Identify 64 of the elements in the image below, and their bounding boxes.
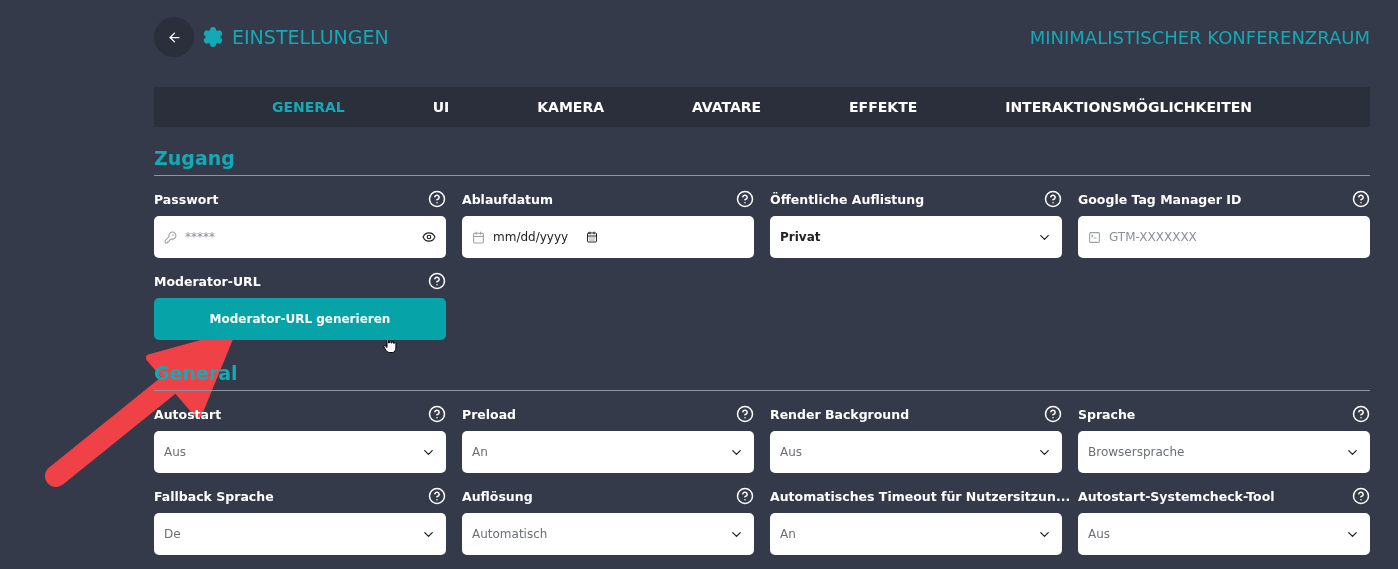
help-icon[interactable] <box>1352 405 1370 423</box>
field-label: Autostart-Systemcheck-Tool <box>1078 488 1275 504</box>
select-field[interactable]: An <box>462 431 754 473</box>
help-icon[interactable] <box>1352 190 1370 208</box>
select-value: Aus <box>780 445 804 459</box>
select-field[interactable]: Browsersprache <box>1078 431 1370 473</box>
date-value: mm/dd/yyyy <box>493 230 569 244</box>
help-icon[interactable] <box>428 190 446 208</box>
room-name: MINIMALISTISCHER KONFERENZRAUM <box>1029 26 1370 48</box>
password-field[interactable]: ***** <box>154 216 446 258</box>
page-title: EINSTELLUNGEN <box>232 26 389 48</box>
help-icon[interactable] <box>736 487 754 505</box>
tab[interactable]: UI <box>432 95 450 119</box>
calendar-picker-icon[interactable] <box>586 231 599 243</box>
field-label: Render Background <box>770 406 910 422</box>
select-value: Automatisch <box>472 527 549 541</box>
help-icon[interactable] <box>736 190 754 208</box>
select-value: Aus <box>1088 527 1112 541</box>
tab[interactable]: EFFEKTE <box>849 95 918 119</box>
field-label: Ablaufdatum <box>462 191 553 207</box>
section-title: Zugang <box>154 127 1370 176</box>
field-label: Google Tag Manager ID <box>1078 191 1242 207</box>
field-label: Fallback Sprache <box>154 488 274 504</box>
eye-icon[interactable] <box>422 230 436 244</box>
select-value: De <box>164 527 182 541</box>
field-label: Passwort <box>154 191 219 207</box>
field-label: Sprache <box>1078 406 1136 422</box>
select-field[interactable]: Privat <box>770 216 1062 258</box>
help-icon[interactable] <box>428 405 446 423</box>
select-value: An <box>472 445 489 459</box>
help-icon[interactable] <box>428 487 446 505</box>
calendar-icon <box>472 230 485 244</box>
select-field[interactable]: An <box>770 513 1062 555</box>
settings-icon <box>202 26 224 48</box>
tab[interactable]: GENERAL <box>271 95 345 119</box>
tab[interactable]: INTERAKTIONSMÖGLICHKEITEN <box>1005 95 1253 119</box>
select-value: Privat <box>780 230 822 244</box>
select-value: Aus <box>164 445 188 459</box>
select-value: Browsersprache <box>1088 445 1186 459</box>
select-field[interactable]: Automatisch <box>462 513 754 555</box>
field-label: Automatisches Timeout für Nutzersitzun... <box>770 488 1071 504</box>
select-field[interactable]: Aus <box>770 431 1062 473</box>
tab[interactable]: KAMERA <box>537 95 604 119</box>
field-label: Preload <box>462 406 517 422</box>
tab[interactable]: AVATARE <box>691 95 762 119</box>
terminal-icon <box>1088 230 1101 244</box>
generate-button[interactable]: Moderator-URL generieren <box>154 298 446 340</box>
field-label: Moderator-URL <box>154 273 261 289</box>
help-icon[interactable] <box>1044 405 1062 423</box>
help-icon[interactable] <box>736 405 754 423</box>
help-icon[interactable] <box>1044 190 1062 208</box>
select-field[interactable]: De <box>154 513 446 555</box>
placeholder-text: GTM-XXXXXXX <box>1109 230 1198 244</box>
field-label: Auflösung <box>462 488 533 504</box>
password-value: ***** <box>185 230 216 244</box>
date-field[interactable]: mm/dd/yyyy <box>462 216 754 258</box>
help-icon[interactable] <box>1352 487 1370 505</box>
text-field[interactable]: GTM-XXXXXXX <box>1078 216 1370 258</box>
select-field[interactable]: Aus <box>154 431 446 473</box>
select-value: An <box>780 527 797 541</box>
help-icon[interactable] <box>428 272 446 290</box>
field-label: Öffentliche Auflistung <box>770 191 925 207</box>
select-field[interactable]: Aus <box>1078 513 1370 555</box>
key-icon <box>164 230 177 244</box>
